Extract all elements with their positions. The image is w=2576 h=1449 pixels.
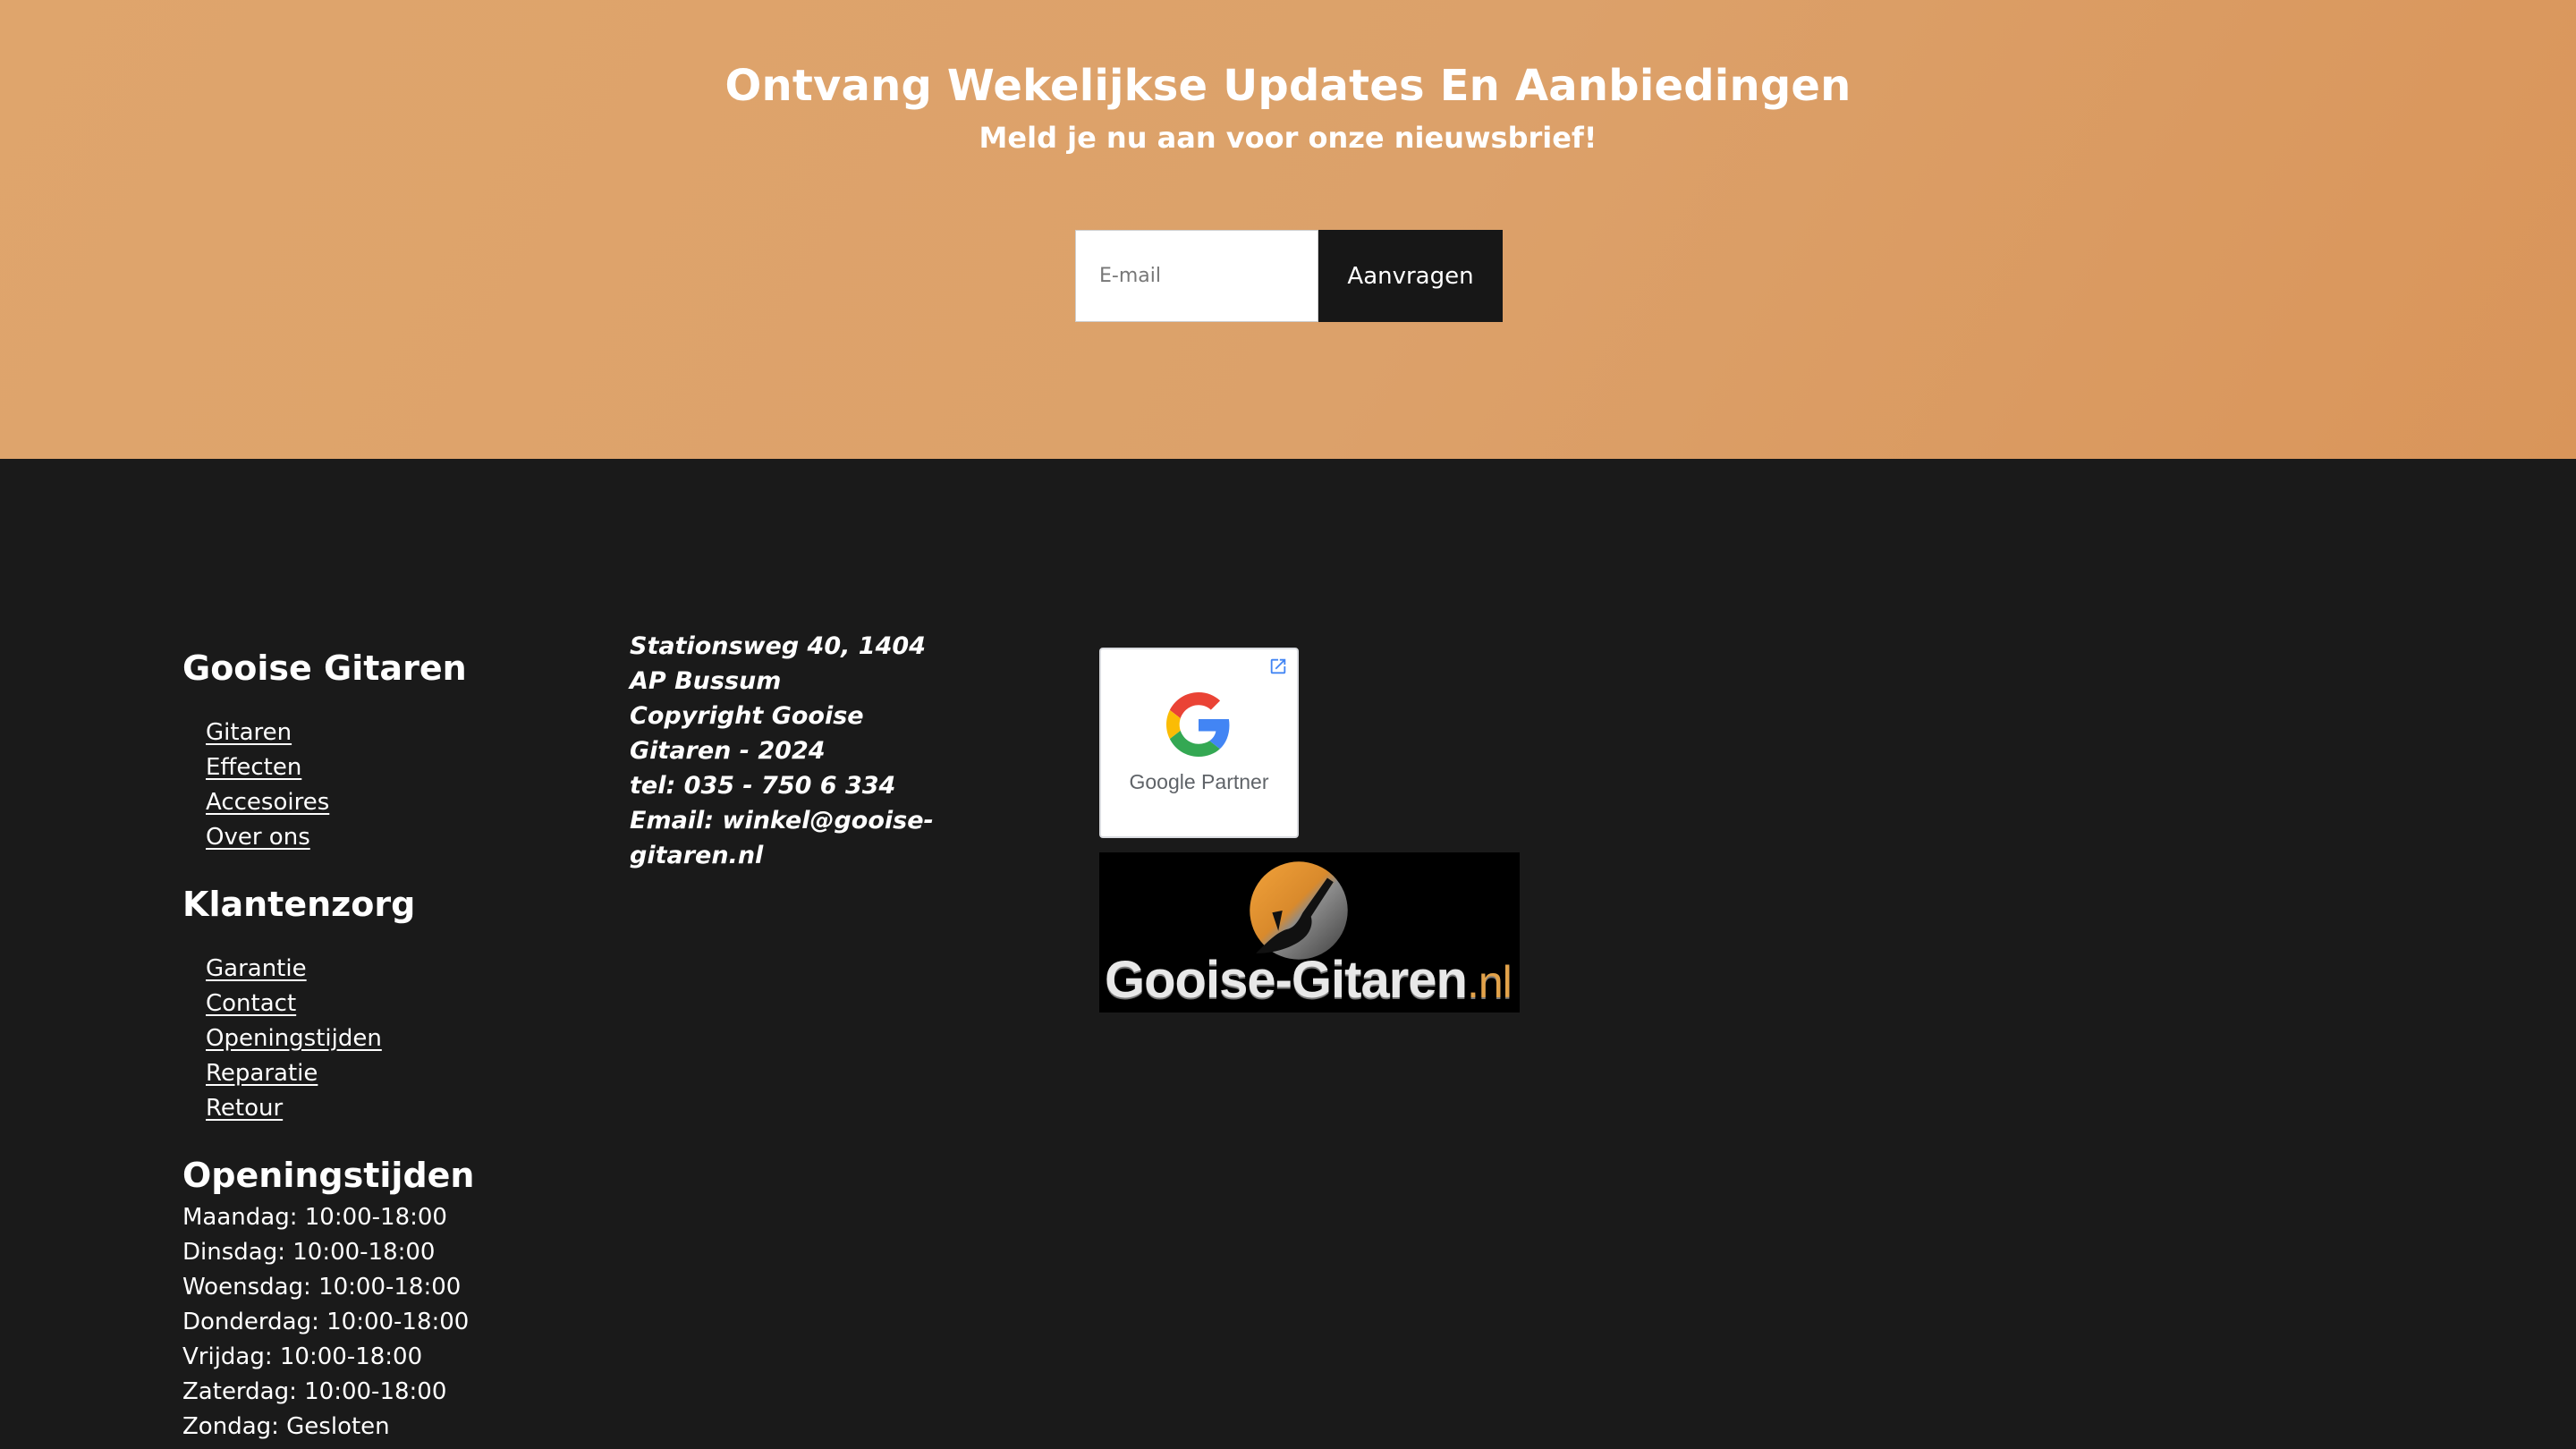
newsletter-form: Aanvragen [1075, 230, 1503, 322]
email-input[interactable] [1075, 230, 1318, 322]
hours-heading: Openingstijden [182, 1156, 475, 1195]
shop-heading: Gooise Gitaren [182, 648, 467, 688]
hours-sunday: Zondag: Gesloten [182, 1413, 390, 1440]
email-address: Email: winkel@gooise-gitaren.nl [630, 807, 934, 869]
list-item: Garantie [206, 952, 382, 987]
newsletter-subtitle: Meld je nu aan voor onze nieuwsbrief! [979, 121, 1597, 155]
guitar-circle-icon [1250, 861, 1348, 960]
site-footer: Gooise Gitaren Gitaren Effecten Accesoir… [0, 459, 2576, 1449]
link-over-ons[interactable]: Over ons [206, 824, 310, 851]
hours-list: Maandag: 10:00-18:00 Dinsdag: 10:00-18:0… [182, 1200, 469, 1445]
hours-friday: Vrijdag: 10:00-18:00 [182, 1343, 423, 1370]
link-gitaren[interactable]: Gitaren [206, 719, 292, 746]
list-item: Retour [206, 1091, 382, 1126]
list-item: Reparatie [206, 1056, 382, 1091]
subscribe-button[interactable]: Aanvragen [1318, 230, 1503, 322]
shop-links: Gitaren Effecten Accesoires Over ons [206, 716, 329, 855]
contact-info: Stationsweg 40, 1404 AP Bussum Copyright… [630, 629, 952, 873]
link-reparatie[interactable]: Reparatie [206, 1060, 318, 1087]
list-item: Contact [206, 987, 382, 1021]
hours-monday: Maandag: 10:00-18:00 [182, 1204, 447, 1231]
link-openingstijden[interactable]: Openingstijden [206, 1025, 382, 1052]
newsletter-title: Ontvang Wekelijkse Updates En Aanbieding… [724, 61, 1852, 111]
list-item: Accesoires [206, 785, 329, 820]
hours-tuesday: Dinsdag: 10:00-18:00 [182, 1239, 436, 1266]
link-contact[interactable]: Contact [206, 990, 296, 1017]
service-links: Garantie Contact Openingstijden Reparati… [206, 952, 382, 1126]
brand-logo-name: Gooise-Gitaren [1105, 951, 1468, 1009]
service-heading: Klantenzorg [182, 885, 416, 924]
list-item: Effecten [206, 750, 329, 785]
phone: tel: 035 - 750 6 334 [630, 772, 896, 800]
brand-logo-text: Gooise-Gitaren.nl [1105, 951, 1513, 1012]
list-item: Openingstijden [206, 1021, 382, 1056]
link-garantie[interactable]: Garantie [206, 955, 307, 982]
hours-saturday: Zaterdag: 10:00-18:00 [182, 1378, 447, 1405]
hours-wednesday: Woensdag: 10:00-18:00 [182, 1274, 462, 1301]
external-link-icon [1270, 658, 1286, 674]
brand-logo: Gooise-Gitaren.nl [1099, 852, 1520, 1013]
google-partner-label: Google Partner [1129, 770, 1269, 793]
list-item: Over ons [206, 820, 329, 855]
copyright: Copyright Gooise Gitaren - 2024 [630, 702, 864, 765]
google-partner-badge[interactable]: Google Partner [1099, 648, 1299, 838]
address: Stationsweg 40, 1404 AP Bussum [630, 632, 926, 695]
google-g-icon [1166, 692, 1230, 757]
link-retour[interactable]: Retour [206, 1095, 283, 1122]
hours-thursday: Donderdag: 10:00-18:00 [182, 1309, 470, 1335]
brand-logo-tld: .nl [1466, 957, 1513, 1007]
newsletter-section: Ontvang Wekelijkse Updates En Aanbieding… [0, 0, 2576, 459]
link-accesoires[interactable]: Accesoires [206, 789, 329, 816]
list-item: Gitaren [206, 716, 329, 750]
link-effecten[interactable]: Effecten [206, 754, 301, 781]
